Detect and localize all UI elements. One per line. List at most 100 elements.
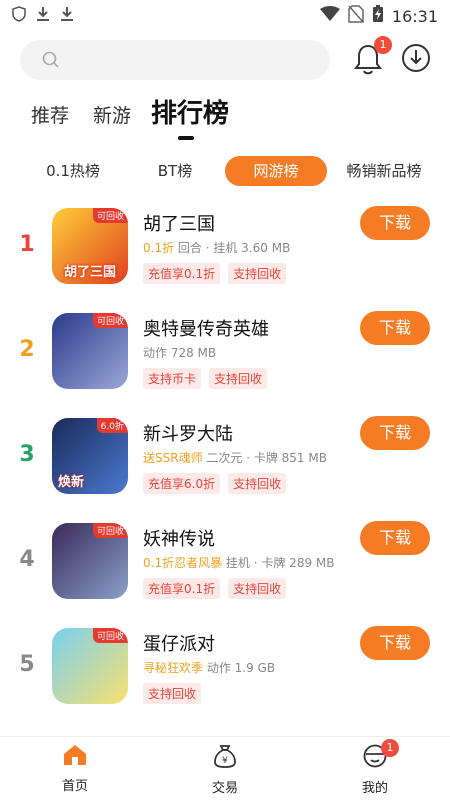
game-icon: 可回收: [52, 313, 128, 389]
chip-online-games[interactable]: 网游榜: [225, 156, 327, 186]
list-item[interactable]: 2 可回收 奥特曼传奇英雄 动作 728 MB 支持币卡 支持回收 下载: [0, 301, 450, 406]
notification-button[interactable]: 1: [352, 36, 392, 76]
game-tag: 充值享0.1折: [143, 263, 221, 284]
icon-corner-tag: 可回收: [92, 208, 128, 223]
search-icon: [42, 51, 60, 73]
no-sim-icon: [348, 5, 364, 27]
game-meta: 动作 728 MB: [143, 344, 216, 361]
ranking-filter-chips: 0.1热榜 BT榜 网游榜 畅销新品榜: [0, 156, 450, 188]
download-button[interactable]: 下载: [360, 626, 430, 660]
game-tag: 支持回收: [209, 368, 268, 389]
top-bar: 1: [0, 36, 450, 82]
svg-text:¥: ¥: [222, 756, 228, 766]
profile-icon: [362, 744, 388, 773]
bell-icon: [352, 44, 384, 80]
icon-art-text: 胡了三国: [63, 265, 116, 280]
game-name: 胡了三国: [143, 214, 215, 235]
rank-number: 2: [19, 337, 35, 362]
game-name: 蛋仔派对: [143, 634, 215, 655]
battery-charging-icon: [372, 5, 384, 27]
meta-rest: 挂机 · 卡牌 289 MB: [225, 556, 335, 570]
game-tag: 支持回收: [228, 578, 287, 599]
status-icons-right: 16:31: [319, 5, 438, 27]
status-time: 16:31: [391, 6, 438, 26]
game-meta: 寻秘狂欢季 动作 1.9 GB: [143, 659, 275, 676]
chip-hot[interactable]: 0.1热榜: [36, 156, 110, 186]
tab-rankings[interactable]: 排行榜: [151, 93, 229, 130]
list-item[interactable]: 4 可回收 妖神传说 0.1折忍者风暴 挂机 · 卡牌 289 MB 充值享0.…: [0, 511, 450, 616]
nav-profile[interactable]: 1 我的: [335, 739, 415, 796]
game-tag: 支持回收: [228, 473, 287, 494]
rank-number: 3: [19, 442, 35, 467]
download-button[interactable]: 下载: [360, 311, 430, 345]
tab-recommend[interactable]: 推荐: [31, 101, 69, 128]
download-manager-button[interactable]: [400, 42, 432, 74]
meta-highlight: 送SSR魂师: [143, 451, 203, 465]
nav-label: 我的: [361, 781, 388, 796]
download-button[interactable]: 下载: [360, 416, 430, 450]
download-notify-icon: [36, 6, 50, 26]
download-notify-icon: [60, 6, 74, 26]
home-icon: [62, 745, 88, 771]
chip-bt[interactable]: BT榜: [140, 156, 210, 186]
shield-icon: [12, 6, 26, 26]
icon-art-text: 焕新: [58, 475, 85, 490]
status-icons-left: [12, 6, 74, 26]
icon-corner-tag: 可回收: [92, 523, 128, 538]
game-name: 妖神传说: [143, 529, 215, 550]
meta-highlight: 0.1折忍者风暴: [143, 556, 223, 570]
meta-rest: 二次元 · 卡牌 851 MB: [206, 451, 327, 465]
rank-number: 5: [19, 652, 35, 677]
game-name: 新斗罗大陆: [143, 424, 233, 445]
meta-rest: 动作 728 MB: [143, 346, 217, 360]
game-tags: 支持币卡 支持回收: [143, 368, 268, 389]
meta-highlight: 0.1折: [143, 241, 175, 255]
game-tags: 充值享0.1折 支持回收: [143, 578, 287, 599]
list-item[interactable]: 3 6.0折 焕新 新斗罗大陆 送SSR魂师 二次元 · 卡牌 851 MB 充…: [0, 406, 450, 511]
money-bag-icon: ¥: [212, 745, 238, 773]
game-tags: 支持回收: [143, 683, 202, 704]
rank-number: 1: [19, 232, 35, 257]
game-tag: 支持回收: [143, 683, 202, 704]
bottom-nav: 首页 ¥ 交易 1 我的: [0, 736, 450, 800]
game-icon: 可回收: [52, 523, 128, 599]
game-tag: 支持回收: [228, 263, 287, 284]
tab-indicator: [178, 136, 194, 140]
search-input[interactable]: [20, 40, 330, 80]
nav-label: 首页: [61, 779, 88, 794]
icon-corner-tag: 可回收: [92, 313, 128, 328]
game-icon: 可回收: [52, 628, 128, 704]
notification-badge: 1: [374, 36, 392, 54]
profile-badge: 1: [381, 739, 399, 757]
game-meta: 送SSR魂师 二次元 · 卡牌 851 MB: [143, 449, 327, 466]
nav-label: 交易: [211, 781, 238, 796]
list-item[interactable]: 5 可回收 蛋仔派对 寻秘狂欢季 动作 1.9 GB 支持回收 下载: [0, 616, 450, 721]
game-meta: 0.1折 回合 · 挂机 3.60 MB: [143, 239, 290, 256]
game-tag: 充值享0.1折: [143, 578, 221, 599]
icon-corner-tag: 6.0折: [96, 418, 128, 433]
download-button[interactable]: 下载: [360, 206, 430, 240]
game-tags: 充值享6.0折 支持回收: [143, 473, 287, 494]
status-bar: 16:31: [0, 0, 450, 32]
nav-home[interactable]: 首页: [35, 743, 115, 794]
game-meta: 0.1折忍者风暴 挂机 · 卡牌 289 MB: [143, 554, 335, 571]
icon-corner-tag: 可回收: [92, 628, 128, 643]
game-icon: 可回收 胡了三国: [52, 208, 128, 284]
game-icon: 6.0折 焕新: [52, 418, 128, 494]
nav-trade[interactable]: ¥ 交易: [185, 743, 265, 796]
meta-rest: 回合 · 挂机 3.60 MB: [177, 241, 291, 255]
tab-new-games[interactable]: 新游: [93, 101, 131, 128]
game-tag: 充值享6.0折: [143, 473, 221, 494]
game-tags: 充值享0.1折 支持回收: [143, 263, 287, 284]
main-tabs: 推荐 新游 排行榜: [0, 92, 450, 142]
rank-number: 4: [19, 547, 35, 572]
chip-bestseller[interactable]: 畅销新品榜: [336, 156, 432, 186]
game-name: 奥特曼传奇英雄: [143, 319, 269, 340]
list-item[interactable]: 1 可回收 胡了三国 胡了三国 0.1折 回合 · 挂机 3.60 MB 充值享…: [0, 196, 450, 301]
download-circle-icon: [400, 44, 432, 78]
wifi-icon: [319, 6, 340, 26]
download-button[interactable]: 下载: [360, 521, 430, 555]
meta-highlight: 寻秘狂欢季: [143, 661, 204, 675]
meta-rest: 动作 1.9 GB: [206, 661, 276, 675]
game-tag: 支持币卡: [143, 368, 202, 389]
